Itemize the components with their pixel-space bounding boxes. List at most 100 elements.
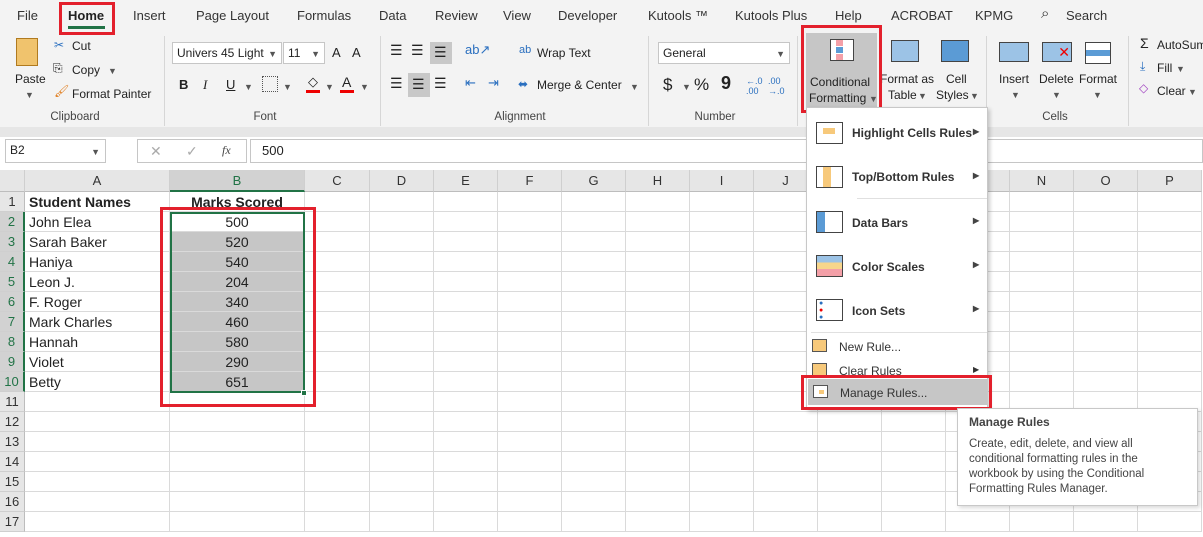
empty-cell[interactable] (690, 432, 754, 452)
empty-cell[interactable] (25, 432, 170, 452)
empty-cell[interactable] (1074, 292, 1138, 312)
empty-cell[interactable] (170, 412, 305, 432)
empty-cell[interactable] (754, 452, 818, 472)
column-header-b[interactable]: B (170, 170, 305, 192)
empty-cell[interactable] (305, 432, 370, 452)
empty-cell[interactable] (690, 472, 754, 492)
empty-cell[interactable] (754, 432, 818, 452)
row-header-6[interactable]: 6 (0, 292, 25, 312)
tab-developer[interactable]: Developer (558, 8, 617, 23)
empty-cell[interactable] (818, 412, 882, 432)
empty-cell[interactable] (498, 292, 562, 312)
empty-cell[interactable] (498, 512, 562, 532)
empty-cell[interactable] (882, 452, 946, 472)
empty-cell[interactable] (690, 512, 754, 532)
empty-cell[interactable] (562, 472, 626, 492)
empty-cell[interactable] (498, 192, 562, 212)
row-header-3[interactable]: 3 (0, 232, 25, 252)
empty-cell[interactable] (25, 492, 170, 512)
empty-cell[interactable] (170, 512, 305, 532)
empty-cell[interactable] (1138, 272, 1202, 292)
empty-cell[interactable] (1074, 232, 1138, 252)
empty-cell[interactable] (25, 452, 170, 472)
empty-cell[interactable] (626, 192, 690, 212)
empty-cell[interactable] (882, 472, 946, 492)
column-header-n[interactable]: N (1010, 170, 1074, 192)
autosum-button[interactable]: AutoSum (1157, 38, 1203, 52)
empty-cell[interactable] (562, 432, 626, 452)
empty-cell[interactable] (690, 412, 754, 432)
empty-cell[interactable] (754, 472, 818, 492)
cell[interactable]: Marks Scored (170, 192, 305, 212)
align-right-icon[interactable]: ☰ (434, 75, 447, 92)
empty-cell[interactable] (498, 272, 562, 292)
empty-cell[interactable] (626, 252, 690, 272)
empty-cell[interactable] (498, 432, 562, 452)
row-header-7[interactable]: 7 (0, 312, 25, 332)
empty-cell[interactable] (626, 392, 690, 412)
empty-cell[interactable] (305, 252, 370, 272)
row-header-16[interactable]: 16 (0, 492, 25, 512)
menu-item-clear-rules[interactable]: Clear Rules ▶ (807, 361, 987, 381)
empty-cell[interactable] (370, 412, 434, 432)
empty-cell[interactable] (690, 392, 754, 412)
empty-cell[interactable] (626, 372, 690, 392)
column-header-c[interactable]: C (305, 170, 370, 192)
column-header-f[interactable]: F (498, 170, 562, 192)
clear-button[interactable]: Clear (1157, 84, 1186, 98)
empty-cell[interactable] (1010, 512, 1074, 532)
empty-cell[interactable] (626, 412, 690, 432)
empty-cell[interactable] (370, 392, 434, 412)
currency-dropdown-icon[interactable]: ▼ (682, 82, 691, 92)
tab-formulas[interactable]: Formulas (297, 8, 351, 23)
fill-dropdown-icon[interactable]: ▼ (1176, 64, 1185, 74)
empty-cell[interactable] (498, 352, 562, 372)
empty-cell[interactable] (1074, 212, 1138, 232)
empty-cell[interactable] (305, 392, 370, 412)
empty-cell[interactable] (626, 232, 690, 252)
empty-cell[interactable] (690, 232, 754, 252)
insert-dropdown-icon[interactable]: ▼ (1011, 90, 1020, 100)
percent-button[interactable]: % (694, 75, 709, 95)
empty-cell[interactable] (562, 212, 626, 232)
empty-cell[interactable] (1138, 292, 1202, 312)
empty-cell[interactable] (370, 372, 434, 392)
empty-cell[interactable] (690, 352, 754, 372)
empty-cell[interactable] (305, 312, 370, 332)
fill-color-dropdown-icon[interactable]: ▼ (325, 82, 334, 92)
empty-cell[interactable] (690, 272, 754, 292)
empty-cell[interactable] (25, 512, 170, 532)
empty-cell[interactable] (434, 312, 498, 332)
empty-cell[interactable] (1138, 212, 1202, 232)
font-name-select[interactable]: Univers 45 Light ▼ (172, 42, 282, 64)
fill-color-icon[interactable]: ◇ (308, 74, 318, 90)
decrease-font-size-button[interactable]: A (352, 45, 361, 60)
font-size-select[interactable]: 11 ▼ (283, 42, 325, 64)
empty-cell[interactable] (562, 272, 626, 292)
cell[interactable]: Sarah Baker (25, 232, 170, 252)
empty-cell[interactable] (370, 512, 434, 532)
empty-cell[interactable] (1010, 232, 1074, 252)
empty-cell[interactable] (1138, 372, 1202, 392)
empty-cell[interactable] (305, 292, 370, 312)
column-header-h[interactable]: H (626, 170, 690, 192)
column-header-i[interactable]: I (690, 170, 754, 192)
empty-cell[interactable] (498, 312, 562, 332)
empty-cell[interactable] (690, 212, 754, 232)
format-button[interactable]: Format (1079, 72, 1117, 86)
underline-dropdown-icon[interactable]: ▼ (244, 82, 253, 92)
column-header-d[interactable]: D (370, 170, 434, 192)
empty-cell[interactable] (170, 472, 305, 492)
paste-icon[interactable] (16, 38, 38, 66)
copy-dropdown-icon[interactable]: ▼ (108, 66, 117, 76)
number-format-select[interactable]: General ▼ (658, 42, 790, 64)
empty-cell[interactable] (498, 452, 562, 472)
empty-cell[interactable] (818, 492, 882, 512)
insert-function-button[interactable]: fx (222, 143, 231, 158)
tab-acrobat[interactable]: ACROBAT (891, 8, 953, 23)
empty-cell[interactable] (370, 452, 434, 472)
empty-cell[interactable] (498, 492, 562, 512)
row-header-12[interactable]: 12 (0, 412, 25, 432)
empty-cell[interactable] (434, 212, 498, 232)
empty-cell[interactable] (754, 492, 818, 512)
